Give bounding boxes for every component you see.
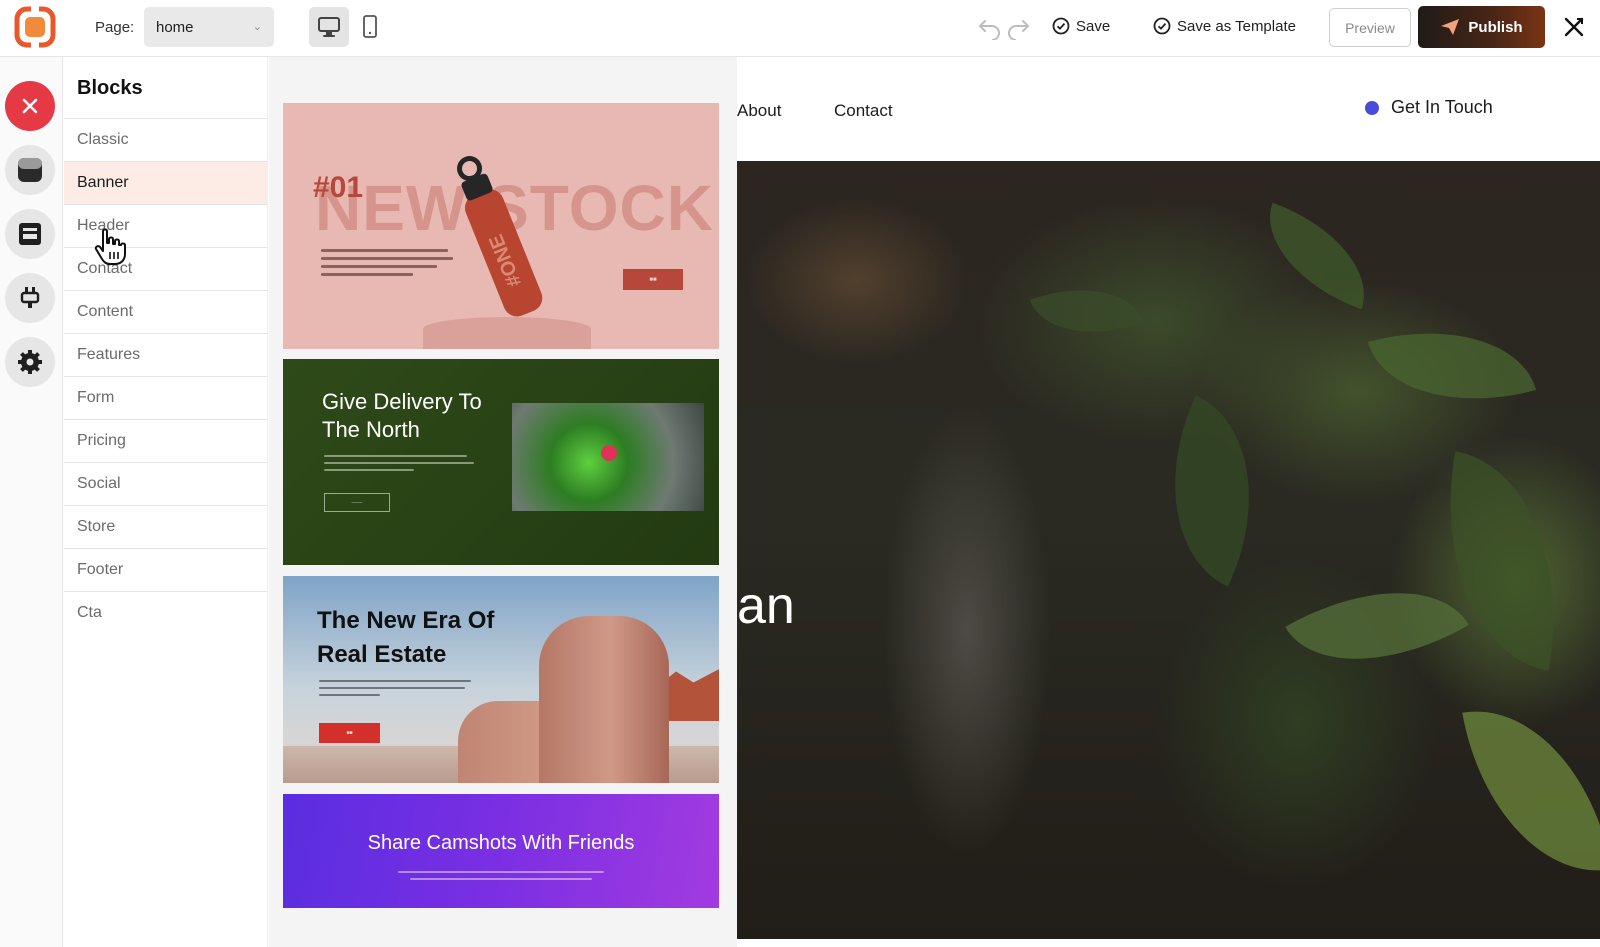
blocks-title: Blocks [77,77,143,99]
site-nav-contact[interactable]: Contact [834,101,893,121]
website-canvas[interactable]: About Contact Get In Touch an [737,57,1600,947]
leaf-shape [1462,691,1600,891]
thumb-cta-button: ■■ [319,723,380,743]
mobile-view-button[interactable] [350,7,390,47]
gear-icon [18,350,42,374]
block-category-form[interactable]: Form [64,376,268,419]
dot-icon [1365,100,1379,115]
block-category-store[interactable]: Store [64,505,268,548]
check-circle-icon [1052,17,1070,35]
thumb-headline-line1: The New Era Of [317,607,495,634]
app-logo-icon[interactable] [14,6,56,48]
redo-icon[interactable] [1005,14,1031,40]
banner-thumbnail-new-stock[interactable]: NEW STOCK #01 ■■ #ONE [283,103,719,349]
site-nav-about[interactable]: About [737,101,781,121]
hero-section[interactable]: an [737,161,1600,939]
close-icon [22,98,38,114]
theme-icon [18,158,42,182]
thumb-headline: The New Era Of Real Estate [317,604,494,672]
block-category-footer[interactable]: Footer [64,548,268,591]
leaf-shape [1128,395,1296,587]
chevron-down-icon: ⌄ [252,21,262,33]
blocks-panel: Blocks Classic Banner Header Contact Con… [64,57,268,947]
send-icon [1441,19,1460,35]
banner-thumbnail-real-estate[interactable]: The New Era Of Real Estate ■■ [283,576,719,783]
play-icon [601,445,617,461]
block-category-cta[interactable]: Cta [64,591,268,634]
leaf-shape [1285,547,1469,705]
publish-button[interactable]: Publish [1418,6,1545,48]
page-label: Page: [95,19,135,36]
leaf-shape [1420,451,1584,671]
leaf-shape [1029,265,1145,357]
thumb-paragraph [321,249,453,281]
block-category-features[interactable]: Features [64,333,268,376]
layout-button[interactable] [5,209,55,259]
banner-thumbnail-camshots[interactable]: Share Camshots With Friends [283,794,719,908]
desktop-icon [318,17,340,37]
preview-button[interactable]: Preview [1329,8,1411,47]
save-label: Save [1076,17,1111,35]
thumb-paragraph [398,871,604,885]
publish-label: Publish [1468,18,1523,36]
get-in-touch-label: Get In Touch [1391,97,1493,117]
block-category-classic[interactable]: Classic [64,118,268,161]
thumb-headline-line1: Give Delivery To [322,389,482,414]
left-icon-rail [0,57,63,947]
hero-heading-fragment: an [737,577,795,635]
block-category-list: Classic Banner Header Contact Content Fe… [64,118,268,634]
top-toolbar: Page: home ⌄ Save Save as Template Previ… [0,0,1600,57]
save-as-template-label: Save as Template [1177,17,1296,35]
plugin-icon [20,287,40,308]
thumb-number: #01 [313,171,364,204]
page-select-value: home [156,19,194,36]
mobile-icon [363,15,377,38]
thumb-building-tower [539,616,669,783]
close-panel-button[interactable] [5,81,55,131]
block-thumbnails-panel: NEW STOCK #01 ■■ #ONE Give Delivery To T… [269,57,737,947]
bottle-icon: #ONE [457,156,543,317]
thumb-cta-button: ■■ [623,269,683,290]
thumb-paragraph [324,455,474,476]
settings-button[interactable] [5,337,55,387]
block-category-content[interactable]: Content [64,290,268,333]
tools-icon[interactable] [1563,16,1585,38]
thumb-paragraph [319,680,471,701]
leaf-shape [1367,303,1537,429]
block-category-pricing[interactable]: Pricing [64,419,268,462]
save-button[interactable]: Save [1052,17,1110,35]
plugins-button[interactable] [5,273,55,323]
banner-thumbnail-delivery[interactable]: Give Delivery To The North ─── [283,359,719,565]
thumb-headline-line2: Real Estate [317,641,447,668]
save-as-template-button[interactable]: Save as Template [1153,17,1296,35]
thumb-outline-button: ─── [324,493,390,512]
undo-icon[interactable] [977,14,1003,40]
thumb-headline-line2: The North [322,417,420,442]
block-category-social[interactable]: Social [64,462,268,505]
thumb-headline: Give Delivery To The North [322,388,482,444]
block-category-banner[interactable]: Banner [64,161,268,204]
theme-button[interactable] [5,145,55,195]
page-select[interactable]: home ⌄ [144,7,274,47]
thumb-video [512,403,704,511]
check-circle-icon [1153,17,1171,35]
leaf-shape [1248,202,1386,310]
pointer-hand-icon [94,228,126,265]
layout-icon [19,223,41,245]
thumb-headline: Share Camshots With Friends [367,832,635,854]
desktop-view-button[interactable] [309,7,349,47]
get-in-touch-link[interactable]: Get In Touch [1365,97,1493,118]
